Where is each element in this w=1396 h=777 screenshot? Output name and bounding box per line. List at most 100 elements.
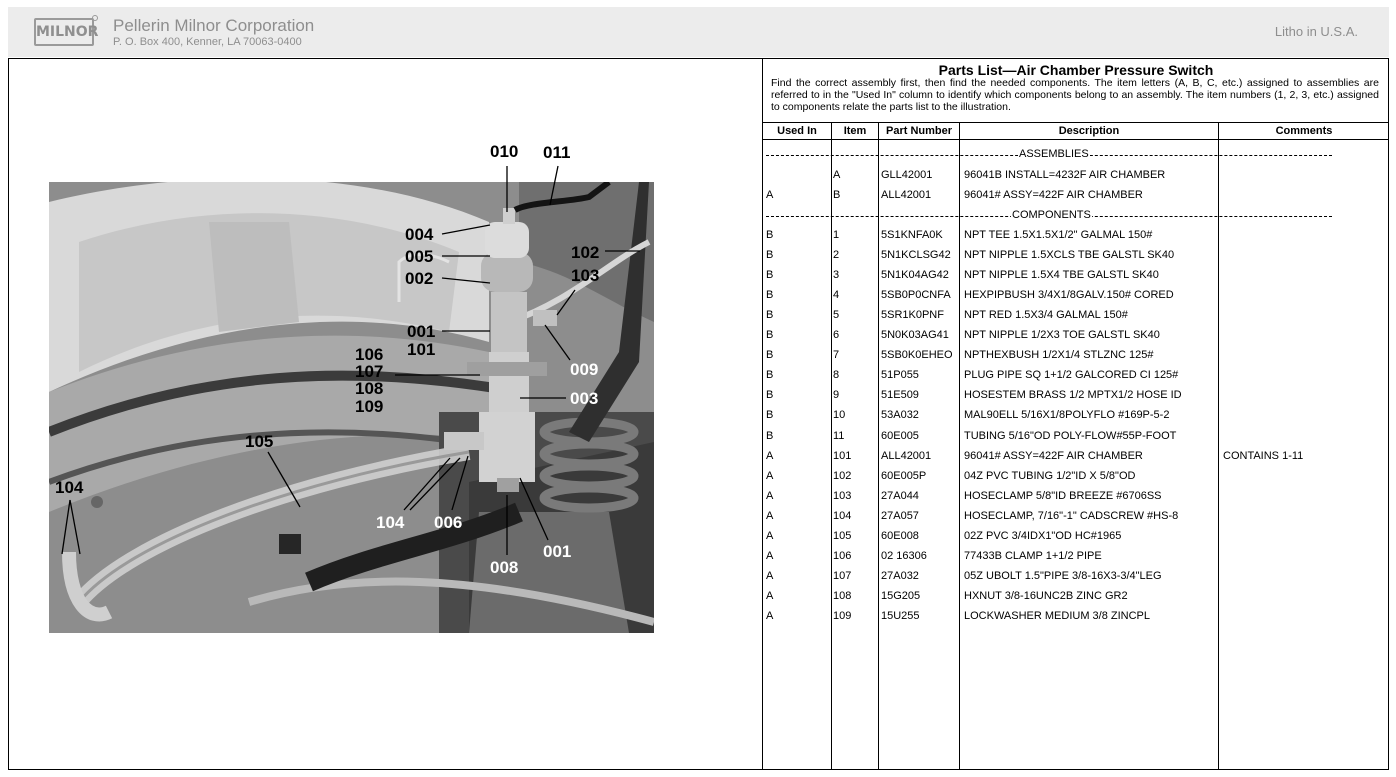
cell-description: NPTHEXBUSH 1/2X1/4 STLZNC 125# <box>964 349 1154 362</box>
callout-105: 105 <box>245 432 274 451</box>
cell-description: NPT NIPPLE 1/2X3 TOE GALSTL SK40 <box>964 329 1160 342</box>
cell-used-in: A <box>766 569 774 582</box>
cell-description: NPT NIPPLE 1.5X4 TBE GALSTL SK40 <box>964 269 1159 282</box>
callout-101: 101 <box>407 340 436 359</box>
cell-item: 6 <box>833 329 840 342</box>
callout-010: 010 <box>490 142 519 161</box>
cell-description: NPT RED 1.5X3/4 GALMAL 150# <box>964 309 1128 322</box>
callout-108: 108 <box>355 379 384 398</box>
cell-description: 96041B INSTALL=4232F AIR CHAMBER <box>964 169 1166 181</box>
cell-description: HOSECLAMP 5/8"ID BREEZE #6706SS <box>964 489 1162 502</box>
callout-102: 102 <box>571 243 600 262</box>
cell-used-in: B <box>766 369 774 382</box>
cell-description: MAL90ELL 5/16X1/8POLYFLO #169P-5-2 <box>964 409 1170 422</box>
cell-description: HOSESTEM BRASS 1/2 MPTX1/2 HOSE ID <box>964 389 1182 402</box>
cell-part-number: 53A032 <box>881 409 919 422</box>
cell-description: 96041# ASSY=422F AIR CHAMBER <box>964 449 1143 462</box>
cell-description: 04Z PVC TUBING 1/2"ID X 5/8"OD <box>964 469 1136 482</box>
cell-item: 101 <box>833 449 852 462</box>
cell-item: 5 <box>833 309 840 322</box>
cell-item: 106 <box>833 549 852 562</box>
callout-001-lower: 001 <box>543 542 572 561</box>
column-divider <box>762 58 763 770</box>
cell-part-number: 15G205 <box>881 589 921 602</box>
company-address: P. O. Box 400, Kenner, LA 70063-0400 <box>113 36 302 48</box>
cell-description: NPT NIPPLE 1.5XCLS TBE GALSTL SK40 <box>964 249 1175 262</box>
cell-item: 102 <box>833 469 852 482</box>
cell-used-in: B <box>766 429 774 442</box>
cell-part-number: 51P055 <box>881 369 919 382</box>
cell-part-number: 27A057 <box>881 509 919 522</box>
callout-109: 109 <box>355 397 384 416</box>
milnor-logo: MILNOR <box>34 15 98 46</box>
litho-note: Litho in U.S.A. <box>1274 24 1358 39</box>
cell-item: 2 <box>833 249 840 262</box>
cell-part-number: 5SB0K0EHEO <box>881 349 953 362</box>
col-header-used-in: Used In <box>777 125 817 137</box>
cell-used-in: A <box>766 509 774 522</box>
cell-used-in: A <box>766 469 774 482</box>
cell-used-in: A <box>766 449 774 462</box>
cell-item: 107 <box>833 569 852 582</box>
cell-description: NPT TEE 1.5X1.5X1/2" GALMAL 150# <box>964 229 1153 241</box>
page-header: MILNOR Pellerin Milnor Corporation P. O.… <box>8 7 1389 57</box>
callout-106: 106 <box>355 345 384 364</box>
callout-005: 005 <box>405 247 434 266</box>
col-header-part-number: Part Number <box>885 125 953 137</box>
cell-part-number: 5N1KCLSG42 <box>881 249 951 262</box>
callout-103: 103 <box>571 266 600 285</box>
cell-part-number: 5SR1K0PNF <box>881 309 944 322</box>
cell-description: TUBING 5/16"OD POLY-FLOW#55P-FOOT <box>964 429 1177 442</box>
cell-description: 77433B CLAMP 1+1/2 PIPE <box>964 549 1102 562</box>
cell-description: LOCKWASHER MEDIUM 3/8 ZINCPL <box>964 609 1151 622</box>
cell-used-in: A <box>766 489 774 502</box>
cell-description: 02Z PVC 3/4IDX1"OD HC#1965 <box>964 529 1122 542</box>
cell-part-number: 5SB0P0CNFA <box>881 289 951 302</box>
cell-description: 05Z UBOLT 1.5"PIPE 3/8-16X3-3/4"LEG <box>964 569 1162 582</box>
callout-104-bottom: 104 <box>376 513 405 532</box>
cell-item: 104 <box>833 509 852 522</box>
cell-part-number: 60E005 <box>881 429 919 442</box>
cell-part-number: ALL42001 <box>881 449 932 462</box>
cell-part-number: 5N1K04AG42 <box>881 269 949 282</box>
callout-006: 006 <box>434 513 463 532</box>
callout-011: 011 <box>543 143 571 162</box>
cell-description: HEXPIPBUSH 3/4X1/8GALV.150# CORED <box>964 289 1174 302</box>
cell-part-number: GLL42001 <box>881 169 933 181</box>
callout-001-upper: 001 <box>407 322 436 341</box>
section-label-assemblies: ASSEMBLIES <box>1018 148 1090 160</box>
col-rule-4 <box>1218 123 1219 770</box>
callout-003: 003 <box>570 389 599 408</box>
parts-list-instructions: Find the correct assembly first, then fi… <box>771 77 1379 113</box>
callout-107: 107 <box>355 362 384 381</box>
cell-item: 3 <box>833 269 840 282</box>
col-header-comments: Comments <box>1275 125 1333 137</box>
cell-used-in: B <box>766 329 774 342</box>
cell-used-in: B <box>766 349 774 362</box>
cell-used-in: A <box>766 589 774 602</box>
cell-description: HOSECLAMP, 7/16"-1" CADSCREW #HS-8 <box>964 509 1179 522</box>
cell-used-in: B <box>766 249 774 262</box>
callout-004: 004 <box>405 225 434 244</box>
cell-item: 11 <box>833 429 845 442</box>
cell-part-number: 27A044 <box>881 489 919 502</box>
cell-part-number: 02 16306 <box>881 549 927 562</box>
cell-part-number: 51E509 <box>881 389 919 402</box>
cell-part-number: 27A032 <box>881 569 919 582</box>
callout-002: 002 <box>405 269 434 288</box>
callout-009: 009 <box>570 360 599 379</box>
cell-item: 105 <box>833 529 852 542</box>
table-header-rule <box>763 139 1389 140</box>
cell-part-number: 15U255 <box>881 609 920 622</box>
cell-item: 4 <box>833 289 840 302</box>
callout-104-left: 104 <box>55 478 84 497</box>
cell-item: A <box>833 169 841 181</box>
company-name: Pellerin Milnor Corporation <box>113 16 315 35</box>
cell-used-in: A <box>766 609 774 622</box>
cell-comment: CONTAINS 1-11 <box>1223 449 1304 462</box>
col-rule-3 <box>959 123 960 770</box>
parts-list-title: Parts List—Air Chamber Pressure Switch <box>938 62 1214 78</box>
col-rule-1 <box>831 123 832 770</box>
cell-item: 109 <box>833 609 852 622</box>
cell-item: B <box>833 189 841 202</box>
